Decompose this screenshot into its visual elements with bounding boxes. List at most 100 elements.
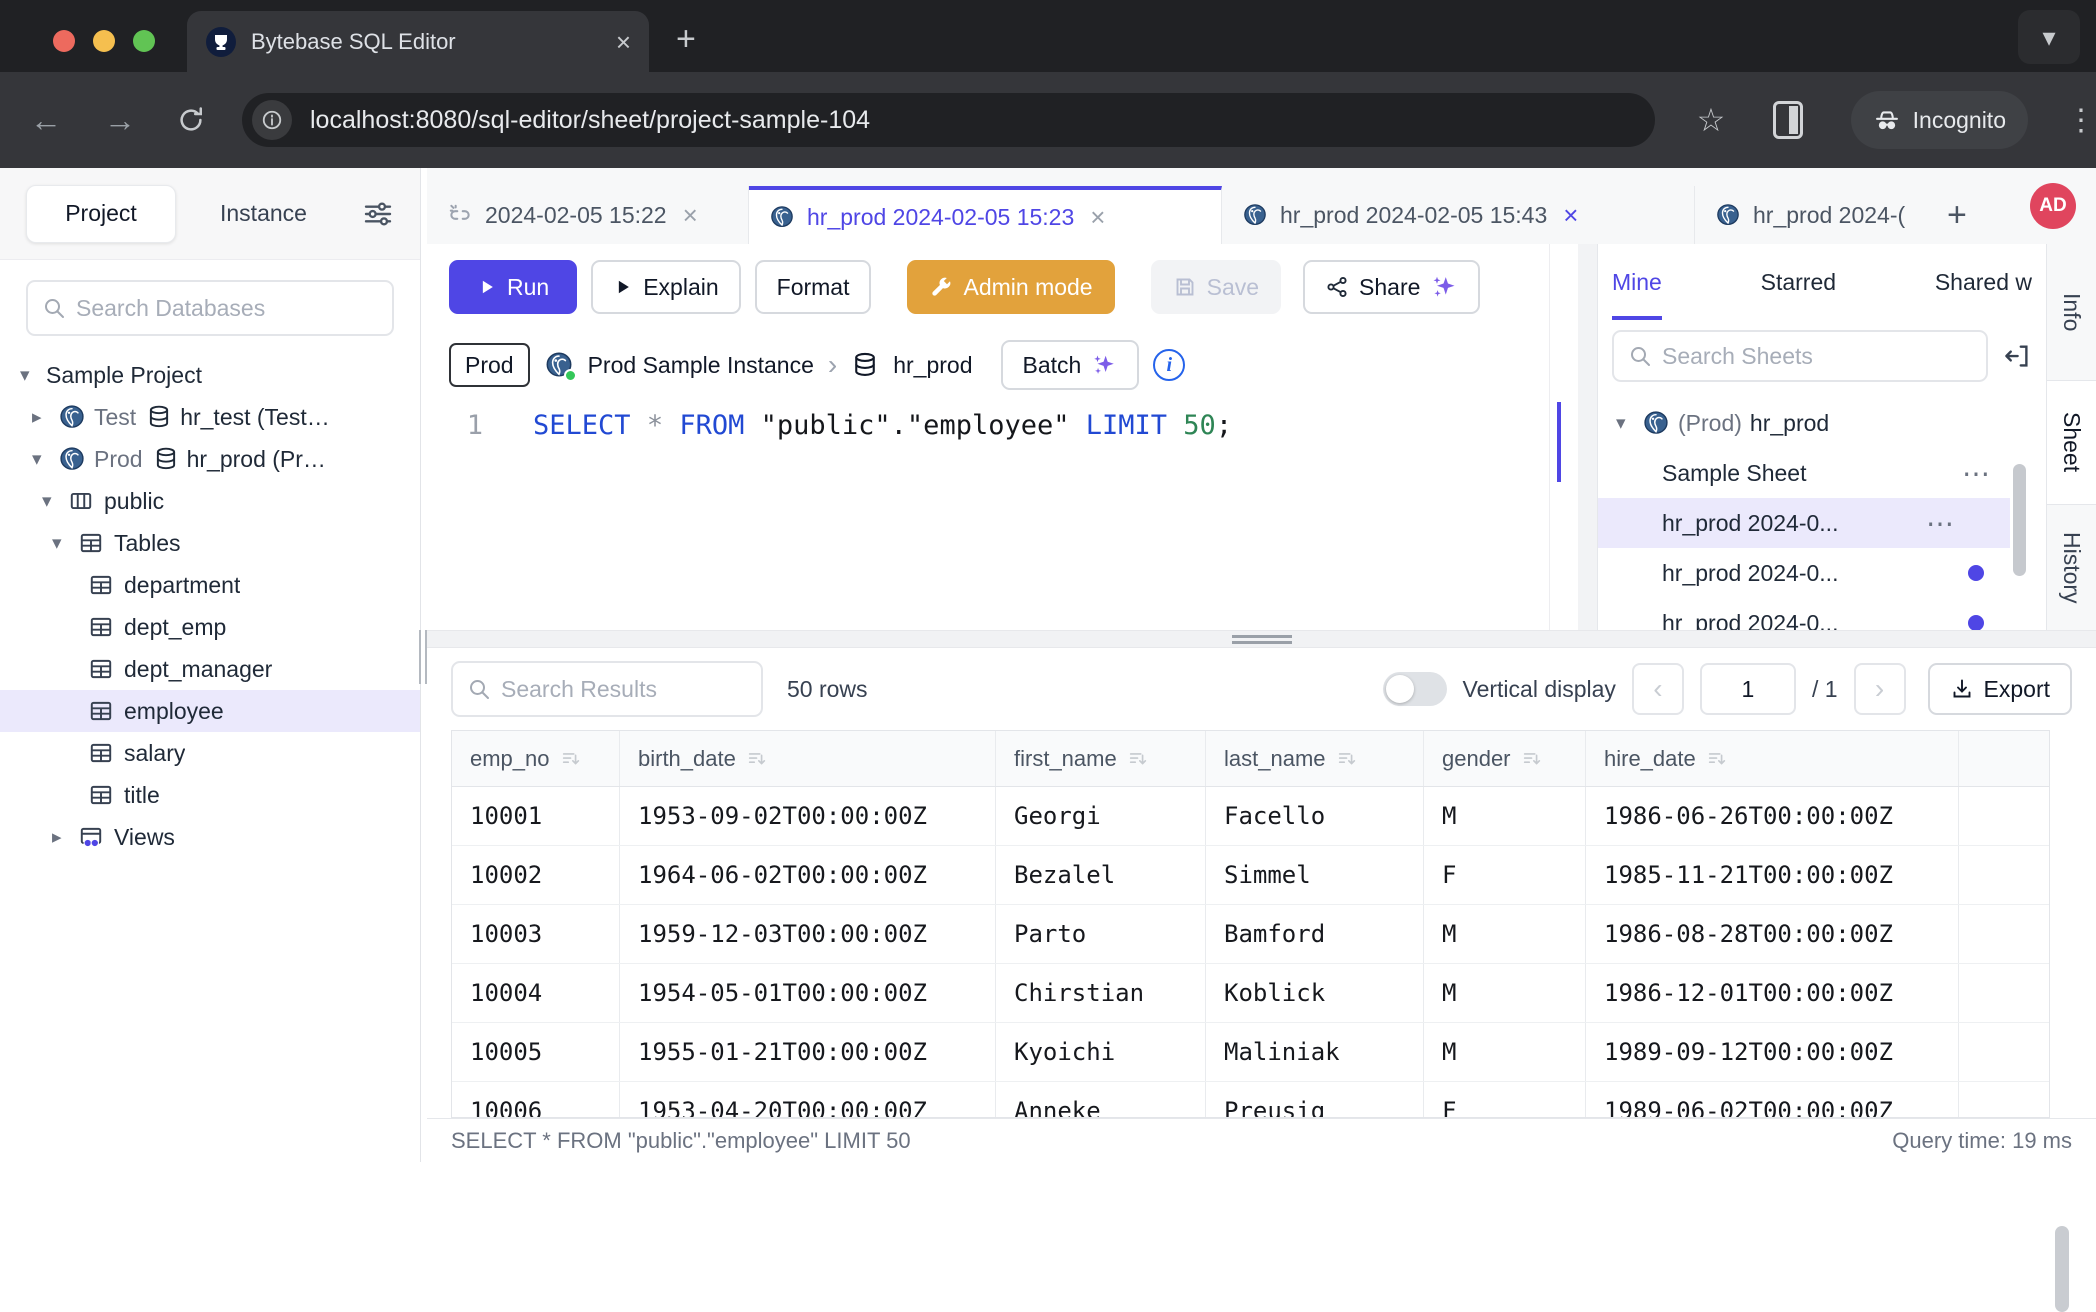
sheet-search[interactable] (1612, 330, 1988, 382)
table-cell[interactable]: Parto (996, 905, 1206, 963)
table-cell[interactable]: 1953-04-20T00:00:00Z (620, 1082, 996, 1118)
caret-right-icon[interactable]: ▸ (52, 826, 78, 849)
scrollbar-thumb[interactable] (2055, 1226, 2069, 1312)
table-cell[interactable]: Kyoichi (996, 1023, 1206, 1081)
sheet-menu-icon[interactable]: ⋯ (1926, 507, 1954, 540)
table-cell[interactable]: Bezalel (996, 846, 1206, 904)
database-search[interactable] (26, 280, 394, 336)
table-cell[interactable]: 1954-05-01T00:00:00Z (620, 964, 996, 1022)
scrollbar-thumb[interactable] (2013, 464, 2026, 576)
results-search[interactable] (451, 661, 763, 717)
tree-item-table[interactable]: department (0, 564, 420, 606)
column-header[interactable]: birth_date (620, 731, 996, 786)
caret-down-icon[interactable]: ▾ (42, 490, 68, 513)
table-cell[interactable]: 10001 (452, 787, 620, 845)
tab-starred[interactable]: Starred (1761, 244, 1836, 320)
sheet-item[interactable]: hr_prod 2024-0... (1598, 598, 2046, 630)
tab-close-icon[interactable]: × (683, 200, 698, 231)
rail-tab-info[interactable]: Info (2047, 244, 2096, 380)
caret-down-icon[interactable]: ▾ (1616, 412, 1642, 435)
format-button[interactable]: Format (755, 260, 872, 314)
sheet-search-input[interactable] (1662, 343, 1972, 370)
rail-tab-history[interactable]: History (2047, 505, 2096, 630)
table-cell[interactable]: Maliniak (1206, 1023, 1424, 1081)
table-cell[interactable]: Georgi (996, 787, 1206, 845)
next-page-button[interactable]: › (1854, 663, 1906, 715)
admin-mode-button[interactable]: Admin mode (907, 260, 1114, 314)
column-header[interactable]: gender (1424, 731, 1586, 786)
user-avatar[interactable]: AD (2030, 183, 2076, 229)
table-cell[interactable]: 10002 (452, 846, 620, 904)
browser-tab[interactable]: Bytebase SQL Editor × (187, 11, 649, 72)
table-cell[interactable]: Koblick (1206, 964, 1424, 1022)
table-cell[interactable]: 1986-06-26T00:00:00Z (1586, 787, 1959, 845)
tab-close-icon[interactable]: × (1090, 202, 1105, 233)
caret-down-icon[interactable]: ▾ (20, 364, 46, 387)
vertical-display-toggle[interactable] (1383, 672, 1447, 706)
rail-tab-sheet[interactable]: Sheet (2047, 380, 2096, 505)
table-cell[interactable]: 10004 (452, 964, 620, 1022)
browser-tab-close-icon[interactable]: × (616, 29, 631, 55)
tab-instance[interactable]: Instance (220, 200, 307, 227)
caret-down-icon[interactable]: ▾ (52, 532, 78, 555)
collapse-panel-icon[interactable] (2002, 341, 2032, 371)
caret-down-icon[interactable]: ▾ (32, 448, 58, 471)
sheet-item[interactable]: hr_prod 2024-0... (1598, 548, 2046, 598)
table-cell[interactable]: F (1424, 1082, 1586, 1118)
divider-grip[interactable] (1232, 635, 1292, 644)
site-info-icon[interactable] (252, 100, 292, 140)
tab-close-icon[interactable]: × (1563, 200, 1578, 231)
traffic-light-close[interactable] (53, 30, 75, 52)
sheet-item-selected[interactable]: hr_prod 2024-0... ⋯ (1598, 498, 2010, 548)
database-search-input[interactable] (76, 295, 378, 322)
new-sheet-button[interactable]: + (1947, 198, 1967, 232)
sheet-group[interactable]: ▾ (Prod) hr_prod (1598, 398, 2046, 448)
tree-item-table-selected[interactable]: employee (0, 690, 420, 732)
table-cell[interactable]: 1989-06-02T00:00:00Z (1586, 1082, 1959, 1118)
tree-item-table[interactable]: title (0, 774, 420, 816)
tree-item-table[interactable]: dept_emp (0, 606, 420, 648)
prev-page-button[interactable]: ‹ (1632, 663, 1684, 715)
share-button[interactable]: Share (1303, 260, 1480, 314)
forward-button[interactable]: → (104, 104, 136, 136)
table-cell[interactable]: F (1424, 846, 1586, 904)
filter-sliders-icon[interactable] (362, 198, 394, 230)
table-cell[interactable]: M (1424, 1023, 1586, 1081)
table-cell[interactable]: M (1424, 964, 1586, 1022)
column-header[interactable]: first_name (996, 731, 1206, 786)
sort-icon[interactable] (1521, 748, 1543, 770)
batch-button[interactable]: Batch (1001, 340, 1140, 390)
column-header[interactable]: last_name (1206, 731, 1424, 786)
table-cell[interactable]: 1959-12-03T00:00:00Z (620, 905, 996, 963)
table-cell[interactable]: 1989-09-12T00:00:00Z (1586, 1023, 1959, 1081)
tree-item-schema[interactable]: ▾ public (0, 480, 420, 522)
tree-item-views[interactable]: ▸ Views (0, 816, 420, 858)
table-cell[interactable]: 10006 (452, 1082, 620, 1118)
info-icon[interactable]: i (1153, 349, 1185, 381)
save-button[interactable]: Save (1151, 260, 1281, 314)
table-cell[interactable]: Bamford (1206, 905, 1424, 963)
database-name[interactable]: hr_prod (893, 352, 972, 379)
table-cell[interactable]: 1986-08-28T00:00:00Z (1586, 905, 1959, 963)
table-cell[interactable]: 1986-12-01T00:00:00Z (1586, 964, 1959, 1022)
code-editor[interactable]: 1 SELECT * FROM "public"."employee" LIMI… (427, 400, 1549, 630)
results-search-input[interactable] (501, 676, 747, 703)
table-cell[interactable]: Simmel (1206, 846, 1424, 904)
table-cell[interactable]: Preusig (1206, 1082, 1424, 1118)
tab-project[interactable]: Project (26, 185, 176, 243)
run-button[interactable]: Run (449, 260, 577, 314)
reload-button[interactable] (176, 105, 206, 135)
table-cell[interactable]: 10003 (452, 905, 620, 963)
tab-shared[interactable]: Shared w (1935, 244, 2032, 320)
sheet-menu-icon[interactable]: ⋯ (1962, 457, 1990, 490)
explain-button[interactable]: Explain (591, 260, 740, 314)
instance-name[interactable]: Prod Sample Instance (588, 352, 814, 379)
table-cell[interactable]: Anneke (996, 1082, 1206, 1118)
sort-icon[interactable] (746, 748, 768, 770)
tree-item-database[interactable]: ▸ Test hr_test (Test… (0, 396, 420, 438)
table-cell[interactable]: 1955-01-21T00:00:00Z (620, 1023, 996, 1081)
table-cell[interactable]: Chirstian (996, 964, 1206, 1022)
export-button[interactable]: Export (1928, 663, 2072, 715)
tree-item-project[interactable]: ▾ Sample Project (0, 354, 420, 396)
column-header[interactable]: emp_no (452, 731, 620, 786)
